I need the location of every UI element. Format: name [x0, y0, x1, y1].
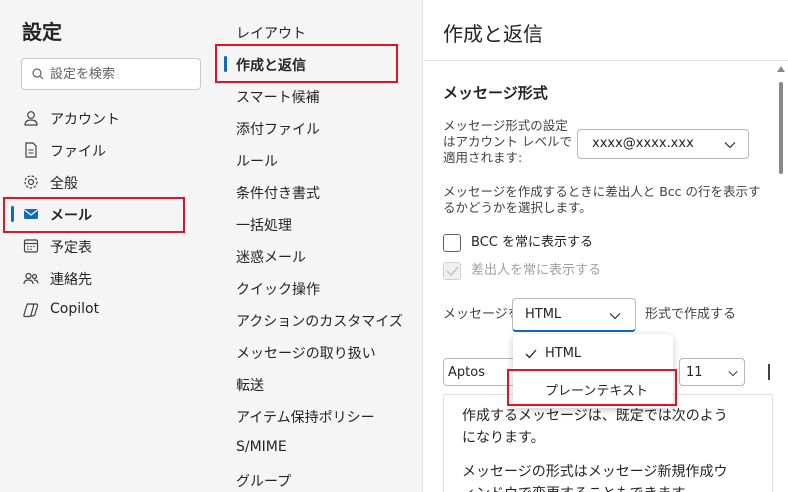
submenu-forwarding[interactable]: 転送	[236, 375, 264, 395]
font-family-value: Aptos	[448, 365, 485, 380]
scroll-up-arrow-icon	[777, 66, 785, 72]
nav-label: 全般	[50, 176, 78, 192]
submenu-compose-reply[interactable]: 作成と返信	[236, 55, 306, 75]
pane-divider	[423, 60, 788, 61]
submenu-selection-indicator	[224, 56, 227, 72]
submenu-smart-suggestions[interactable]: スマート候補	[236, 87, 320, 107]
format-suffix-label: 形式で作成する	[645, 307, 737, 322]
checkmark-icon	[525, 349, 537, 359]
submenu-message-handling[interactable]: メッセージの取り扱い	[236, 343, 376, 363]
people-icon	[23, 272, 39, 285]
submenu-conditional-formatting[interactable]: 条件付き書式	[236, 183, 320, 203]
settings-title: 設定	[22, 20, 62, 44]
submenu-layout[interactable]: レイアウト	[236, 23, 306, 43]
account-level-label: メッセージ形式の設定 はアカウント レベルで 適用されます:	[443, 118, 572, 165]
message-format-value: HTML	[525, 307, 562, 322]
font-family-dropdown[interactable]: Aptos	[443, 358, 519, 386]
nav-item-account[interactable]: アカウント	[10, 103, 210, 133]
nav-item-calendar[interactable]: 予定表	[10, 231, 210, 261]
settings-nav-panel: 設定 アカウント ファイル 全般 メール 予定表 連絡先 Copilot	[0, 0, 220, 492]
chevron-down-icon	[724, 142, 736, 149]
signature-preview-box: 作成するメッセージは、既定では次のよう になります。 メッセージの形式はメッセー…	[443, 394, 773, 492]
settings-search-box[interactable]	[21, 58, 201, 90]
account-dropdown[interactable]: xxxx@xxxx.xxx	[577, 129, 749, 159]
submenu-smime[interactable]: S/MIME	[236, 439, 287, 455]
submenu-sweep[interactable]: 一括処理	[236, 215, 292, 235]
nav-label: アカウント	[50, 112, 120, 128]
scrollbar-thumb[interactable]	[779, 82, 783, 174]
pane-scrollbar[interactable]	[774, 62, 788, 492]
nav-label: 連絡先	[50, 272, 92, 288]
from-checkbox-label: 差出人を常に表示する	[471, 263, 602, 278]
nav-item-mail[interactable]: メール	[10, 199, 210, 229]
message-format-dropdown[interactable]: HTML	[512, 298, 636, 332]
bcc-checkbox[interactable]	[443, 234, 461, 252]
preview-text: 作成するメッセージは、既定では次のよう になります。	[462, 408, 728, 446]
nav-label: ファイル	[50, 144, 106, 160]
checkmark-icon	[446, 266, 459, 276]
calendar-icon	[23, 239, 39, 253]
section-title-message-format: メッセージ形式	[443, 84, 548, 102]
person-icon	[24, 111, 38, 126]
nav-item-general[interactable]: 全般	[10, 167, 210, 197]
pane-title: 作成と返信	[443, 22, 543, 46]
copilot-icon	[23, 303, 39, 318]
submenu-rules[interactable]: ルール	[236, 151, 278, 171]
chevron-down-icon	[728, 371, 738, 377]
submenu-retention-policies[interactable]: アイテム保持ポリシー	[236, 407, 375, 427]
nav-selection-indicator	[11, 206, 14, 222]
chevron-down-icon	[609, 313, 621, 320]
preview-text-2: メッセージの形式はメッセージ新規作成ウ ィンドウで変更することもできます。	[462, 464, 728, 492]
nav-item-copilot[interactable]: Copilot	[10, 295, 210, 325]
from-checkbox[interactable]	[443, 262, 461, 280]
submenu-customize-actions[interactable]: アクションのカスタマイズ	[236, 311, 403, 331]
gear-icon	[24, 175, 38, 189]
format-option-plain-text[interactable]: プレーンテキスト	[513, 373, 673, 403]
submenu-junk-email[interactable]: 迷惑メール	[236, 247, 306, 267]
mail-icon	[24, 209, 38, 219]
compose-reply-pane: 作成と返信 メッセージ形式 メッセージ形式の設定 はアカウント レベルで 適用さ…	[422, 0, 788, 492]
bcc-description: メッセージを作成するときに差出人と Bcc の行を表示す るかどうかを選択します…	[443, 184, 761, 215]
format-prefix-label: メッセージを	[443, 307, 521, 322]
bcc-checkbox-label: BCC を常に表示する	[471, 235, 593, 250]
font-size-dropdown[interactable]: 11	[679, 358, 745, 386]
nav-label: メール	[50, 208, 92, 224]
format-option-html[interactable]: HTML	[513, 339, 673, 369]
nav-label: Copilot	[50, 301, 100, 317]
nav-label: 予定表	[50, 240, 92, 256]
mail-settings-menu: レイアウト 作成と返信 スマート候補 添付ファイル ルール 条件付き書式 一括処…	[220, 0, 422, 492]
account-dropdown-value: xxxx@xxxx.xxx	[592, 136, 694, 151]
format-options-menu: HTML プレーンテキスト	[513, 334, 673, 408]
file-icon	[25, 142, 37, 158]
font-size-value: 11	[686, 365, 703, 380]
nav-item-file[interactable]: ファイル	[10, 135, 210, 165]
submenu-quick-steps[interactable]: クイック操作	[236, 279, 320, 299]
nav-item-contacts[interactable]: 連絡先	[10, 263, 210, 293]
submenu-attachments[interactable]: 添付ファイル	[236, 119, 320, 139]
settings-search-input[interactable]	[50, 64, 195, 84]
search-icon	[32, 68, 44, 80]
submenu-groups[interactable]: グループ	[236, 471, 291, 491]
toolbar-divider	[768, 364, 770, 380]
